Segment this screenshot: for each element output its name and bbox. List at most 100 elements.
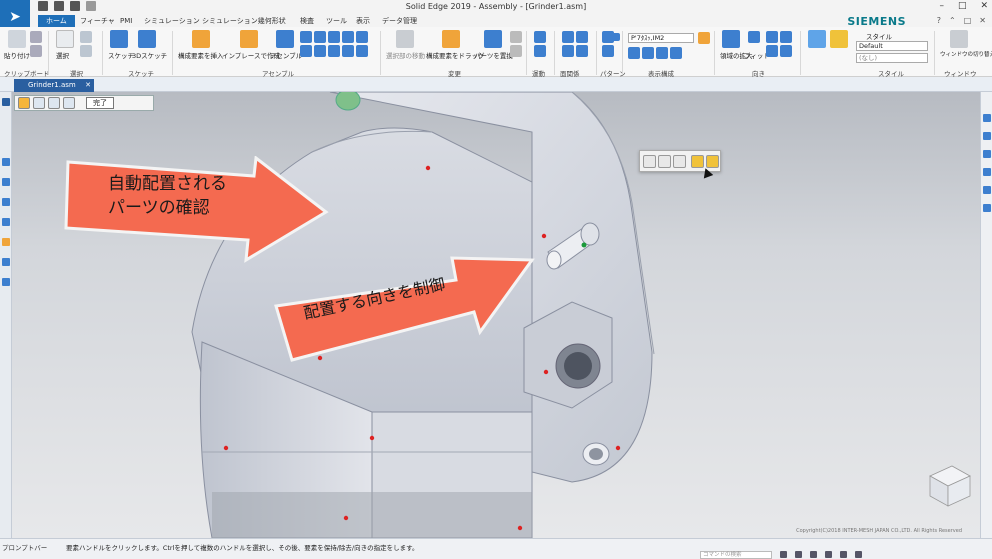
divider bbox=[526, 31, 527, 75]
axial-align-icon[interactable] bbox=[300, 45, 312, 57]
undo-icon[interactable] bbox=[54, 1, 64, 11]
tab-simulation-geometry[interactable]: シミュレーション幾何形状 bbox=[194, 15, 294, 27]
ground-icon[interactable] bbox=[356, 45, 368, 57]
zoom-area-icon[interactable] bbox=[722, 30, 740, 48]
document-tab-close-icon[interactable]: ✕ bbox=[85, 79, 91, 92]
customize-icon[interactable] bbox=[86, 1, 96, 11]
modify-tool-2-icon[interactable] bbox=[510, 45, 522, 57]
modify-tool-1-icon[interactable] bbox=[510, 31, 522, 43]
hide-icon[interactable] bbox=[642, 47, 654, 59]
show-all-icon[interactable] bbox=[670, 47, 682, 59]
tangent-icon[interactable] bbox=[314, 45, 326, 57]
gear-relation-icon[interactable] bbox=[342, 45, 354, 57]
maximize-icon[interactable]: □ bbox=[958, 1, 967, 11]
drag-component-icon[interactable] bbox=[442, 30, 460, 48]
layers-icon[interactable] bbox=[2, 158, 10, 166]
done-button[interactable]: 完了 bbox=[86, 97, 114, 109]
mirror-icon[interactable] bbox=[602, 45, 614, 57]
right-tool-1-icon[interactable] bbox=[983, 114, 991, 122]
sketch-icon[interactable] bbox=[110, 30, 128, 48]
show-only-icon[interactable] bbox=[656, 47, 668, 59]
right-tool-3-icon[interactable] bbox=[983, 150, 991, 158]
3d-viewport[interactable]: 完了 自動配置される パーツの確認 配置する向きを制御 Copyright(C)… bbox=[12, 92, 980, 538]
none-dropdown[interactable]: (なし) bbox=[856, 53, 928, 63]
view-status-icon[interactable] bbox=[840, 551, 847, 558]
document-tab[interactable]: Grinder1.asm ✕ bbox=[14, 79, 94, 92]
paste-icon[interactable] bbox=[8, 30, 26, 48]
zoom-icon[interactable] bbox=[766, 31, 778, 43]
simulate-motor-icon[interactable] bbox=[534, 45, 546, 57]
sensors-icon[interactable] bbox=[2, 198, 10, 206]
display-config-dropdown[interactable]: P'7ﾀｽｯ,IM2 bbox=[628, 33, 694, 43]
insert-icon[interactable] bbox=[328, 31, 340, 43]
command-finder-input[interactable]: コマンドの検索 bbox=[700, 551, 772, 559]
library-icon[interactable] bbox=[2, 178, 10, 186]
cut-icon[interactable] bbox=[30, 31, 42, 43]
rotate-right-icon[interactable] bbox=[673, 155, 686, 168]
pathfinder-icon[interactable] bbox=[2, 98, 10, 106]
flip-icon[interactable] bbox=[63, 97, 75, 109]
right-tool-6-icon[interactable] bbox=[983, 204, 991, 212]
minimize-ribbon-icon[interactable]: ⌃ bbox=[949, 16, 956, 25]
close-icon[interactable]: ✕ bbox=[980, 1, 988, 11]
minimize-icon[interactable]: – bbox=[939, 1, 944, 11]
redo-icon[interactable] bbox=[70, 1, 80, 11]
edit-handle-icon[interactable] bbox=[643, 155, 656, 168]
tab-home[interactable]: ホーム bbox=[38, 15, 75, 27]
rotate-icon[interactable] bbox=[766, 45, 778, 57]
relationships-icon[interactable] bbox=[2, 258, 10, 266]
sketch-3d-icon[interactable] bbox=[138, 30, 156, 48]
pan-icon[interactable] bbox=[780, 31, 792, 43]
options-icon[interactable] bbox=[33, 97, 45, 109]
component-icon[interactable] bbox=[48, 97, 60, 109]
save-icon[interactable] bbox=[38, 1, 48, 11]
select-filter-icon[interactable] bbox=[80, 45, 92, 57]
restore-icon[interactable]: □ bbox=[964, 16, 972, 25]
align-icon[interactable] bbox=[314, 31, 326, 43]
face-relate-1-icon[interactable] bbox=[562, 31, 574, 43]
shaded-icon[interactable] bbox=[808, 30, 826, 48]
insert-component-icon[interactable] bbox=[192, 30, 210, 48]
right-tool-4-icon[interactable] bbox=[983, 168, 991, 176]
tab-data-management[interactable]: データ管理 bbox=[374, 15, 425, 27]
move-selected-icon[interactable] bbox=[396, 30, 414, 48]
angle-icon[interactable] bbox=[356, 31, 368, 43]
view-cube[interactable] bbox=[929, 465, 971, 507]
fit-icon[interactable] bbox=[748, 31, 760, 43]
flip-orientation-icon[interactable] bbox=[691, 155, 704, 168]
show-icon[interactable] bbox=[628, 47, 640, 59]
face-relate-4-icon[interactable] bbox=[576, 45, 588, 57]
shaded-edges-icon[interactable] bbox=[830, 30, 848, 48]
right-tool-2-icon[interactable] bbox=[983, 132, 991, 140]
handle-mode-icon[interactable] bbox=[18, 97, 30, 109]
parts-icon[interactable] bbox=[2, 238, 10, 246]
right-tool-5-icon[interactable] bbox=[983, 186, 991, 194]
switch-window-icon[interactable] bbox=[950, 30, 968, 48]
style-status-icon[interactable] bbox=[855, 551, 862, 558]
ledger-icon[interactable] bbox=[2, 218, 10, 226]
mate-icon[interactable] bbox=[300, 31, 312, 43]
motor-icon[interactable] bbox=[534, 31, 546, 43]
face-relate-3-icon[interactable] bbox=[562, 45, 574, 57]
doc-close-icon[interactable]: ✕ bbox=[979, 16, 986, 25]
select-arrow-icon[interactable] bbox=[56, 30, 74, 48]
save-config-icon[interactable] bbox=[698, 32, 710, 44]
variables-icon[interactable] bbox=[2, 278, 10, 286]
rotate-status-icon[interactable] bbox=[810, 551, 817, 558]
cam-icon[interactable] bbox=[328, 45, 340, 57]
connect-icon[interactable] bbox=[342, 31, 354, 43]
create-inplace-icon[interactable] bbox=[240, 30, 258, 48]
style-dropdown[interactable]: Default bbox=[856, 41, 928, 51]
view-orient-icon[interactable] bbox=[780, 45, 792, 57]
replace-part-icon[interactable] bbox=[484, 30, 502, 48]
config-icon[interactable] bbox=[612, 33, 620, 41]
pan-status-icon[interactable] bbox=[795, 551, 802, 558]
assemble-icon[interactable] bbox=[276, 30, 294, 48]
help-icon[interactable]: ? bbox=[937, 16, 941, 25]
select-tools-icon[interactable] bbox=[80, 31, 92, 43]
rotate-left-icon[interactable] bbox=[658, 155, 671, 168]
zoom-status-icon[interactable] bbox=[780, 551, 787, 558]
face-relate-2-icon[interactable] bbox=[576, 31, 588, 43]
copy-icon[interactable] bbox=[30, 45, 42, 57]
fit-status-icon[interactable] bbox=[825, 551, 832, 558]
